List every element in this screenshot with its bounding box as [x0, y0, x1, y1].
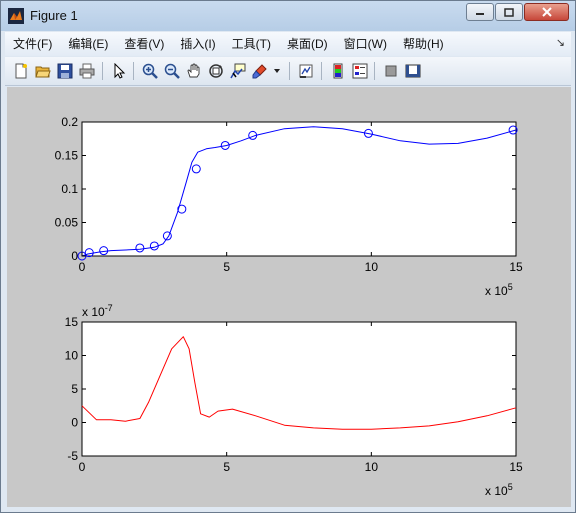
- window-title: Figure 1: [30, 8, 78, 23]
- minimize-icon: [476, 13, 484, 15]
- x-tick-label: 5: [223, 260, 230, 274]
- menu-tools[interactable]: 工具(T): [224, 32, 279, 56]
- axes-bottom-x-exponent-label: x 105: [485, 482, 513, 498]
- y-tick-label: 10: [65, 349, 79, 363]
- axes-bottom-y-exponent-label: x 10-7: [82, 303, 113, 319]
- axes-top[interactable]: 0 5 10 15 0 0.05 0.1 0.15 0.2 x 105: [55, 115, 523, 298]
- menu-window[interactable]: 窗口(W): [336, 32, 395, 56]
- toolbar-separator: [374, 62, 375, 80]
- brush-dropdown-icon[interactable]: [271, 61, 283, 81]
- axes-bottom-background: [81, 321, 517, 457]
- maximize-icon: [504, 7, 514, 17]
- hide-plot-tools-icon[interactable]: [381, 61, 401, 81]
- data-cursor-icon[interactable]: [228, 61, 248, 81]
- menu-bar: 文件(F) 编辑(E) 查看(V) 插入(I) 工具(T) 桌面(D) 窗口(W…: [5, 32, 571, 56]
- toolbar-separator: [102, 62, 103, 80]
- x-tick-label: 0: [79, 260, 86, 274]
- y-tick-label: 15: [65, 315, 79, 329]
- axes-top-background: [81, 121, 517, 257]
- axes-top-x-exponent-label: x 105: [485, 282, 513, 298]
- matlab-logo-icon: [8, 8, 24, 24]
- save-icon[interactable]: [55, 61, 75, 81]
- x-tick-label: 15: [509, 460, 523, 474]
- pan-hand-icon[interactable]: [184, 61, 204, 81]
- y-tick-label: 0: [71, 249, 78, 263]
- zoom-in-icon[interactable]: [140, 61, 160, 81]
- link-plot-icon[interactable]: [296, 61, 316, 81]
- y-tick-label: 0.15: [55, 149, 79, 163]
- dock-figure-icon[interactable]: ↘: [556, 36, 565, 49]
- print-icon[interactable]: [77, 61, 97, 81]
- menu-desktop[interactable]: 桌面(D): [279, 32, 336, 56]
- y-tick-label: 5: [71, 382, 78, 396]
- toolbar-separator: [289, 62, 290, 80]
- x-tick-label: 10: [365, 460, 379, 474]
- maximize-button[interactable]: [495, 3, 523, 21]
- zoom-out-icon[interactable]: [162, 61, 182, 81]
- open-file-icon[interactable]: [33, 61, 53, 81]
- y-tick-label: 0.05: [55, 216, 79, 230]
- axes-bottom[interactable]: 0 5 10 15-5051015 x 10-7 x 105: [65, 303, 523, 498]
- x-tick-label: 10: [365, 260, 379, 274]
- y-tick-label: 0: [71, 416, 78, 430]
- y-tick-label: 0.1: [61, 182, 78, 196]
- menu-view[interactable]: 查看(V): [116, 32, 172, 56]
- new-figure-icon[interactable]: [11, 61, 31, 81]
- legend-icon[interactable]: [350, 61, 370, 81]
- close-icon: [541, 7, 552, 17]
- menu-edit[interactable]: 编辑(E): [60, 32, 116, 56]
- brush-icon[interactable]: [250, 61, 270, 81]
- y-tick-label: 0.2: [61, 115, 78, 129]
- toolbar-separator: [133, 62, 134, 80]
- figure-canvas[interactable]: 0 5 10 15 0 0.05 0.1 0.15 0.2 x 105 0 5 10 15 -5 0 5 10…: [7, 87, 571, 507]
- title-bar[interactable]: Figure 1: [1, 1, 575, 31]
- x-tick-label: 15: [509, 260, 523, 274]
- show-plot-tools-icon[interactable]: [403, 61, 423, 81]
- figure-window: Figure 1 文件(F) 编辑(E) 查看(V) 插入(I) 工具(T) 桌…: [0, 0, 576, 513]
- rotate-3d-icon[interactable]: [206, 61, 226, 81]
- menu-help[interactable]: 帮助(H): [395, 32, 452, 56]
- x-tick-label: 0: [79, 460, 86, 474]
- x-tick-label: 5: [223, 460, 230, 474]
- y-tick-label: -5: [67, 449, 78, 463]
- menu-insert[interactable]: 插入(I): [172, 32, 223, 56]
- toolbar-separator: [321, 62, 322, 80]
- minimize-button[interactable]: [466, 3, 494, 21]
- close-button[interactable]: [524, 3, 569, 21]
- figure-toolbar: [5, 57, 571, 86]
- colorbar-icon[interactable]: [328, 61, 348, 81]
- arrow-cursor-icon[interactable]: [109, 61, 129, 81]
- plot-figure: 0 5 10 1500.050.10.150.2 x 105 0 5 10 15-50510…: [55, 115, 523, 498]
- menu-file[interactable]: 文件(F): [5, 32, 60, 56]
